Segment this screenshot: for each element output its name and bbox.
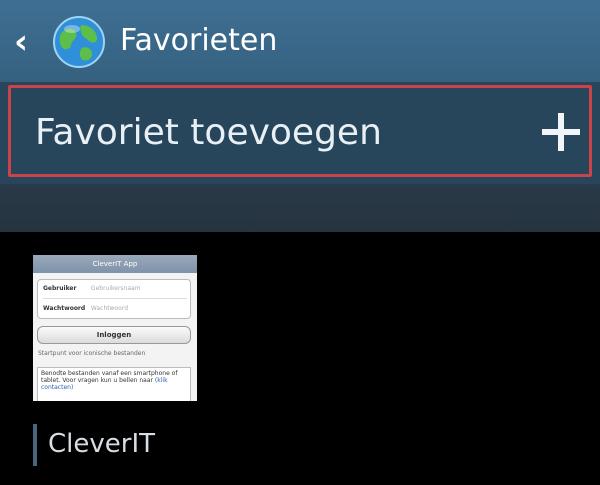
thumbnail-user-row: Gebruiker Gebruikersnaam xyxy=(43,280,187,299)
thumbnail-user-label: Gebruiker xyxy=(43,285,77,292)
thumbnail-login-button: Inloggen xyxy=(37,326,191,344)
thumbnail-description: Benodte bestanden vanaf een smartphone o… xyxy=(37,367,191,401)
page-title: Favorieten xyxy=(120,23,278,58)
add-favorite-label: Favoriet toevoegen xyxy=(35,112,382,153)
chevron-left-icon[interactable]: ‹ xyxy=(14,25,38,59)
thumbnail-info-text: Startpunt voor iconische bestanden xyxy=(38,350,146,357)
thumbnail-password-row: Wachtwoord Wachtwoord xyxy=(43,300,187,318)
thumbnail-password-placeholder: Wachtwoord xyxy=(90,305,129,312)
separator-strip xyxy=(0,184,600,232)
plus-icon[interactable] xyxy=(542,113,580,151)
thumbnail-header: CleverIT App xyxy=(33,255,197,273)
thumbnail-user-placeholder: Gebruikersnaam xyxy=(90,285,141,292)
thumbnail-login-card: Gebruiker Gebruikersnaam Wachtwoord Wach… xyxy=(37,279,191,319)
thumbnail-password-label: Wachtwoord xyxy=(43,305,86,312)
bookmark-accent-bar xyxy=(33,424,37,466)
bookmark-thumbnail[interactable]: CleverIT App Gebruiker Gebruikersnaam Wa… xyxy=(33,255,197,401)
globe-icon[interactable] xyxy=(52,15,106,69)
bookmark-title[interactable]: CleverIT xyxy=(48,424,155,464)
